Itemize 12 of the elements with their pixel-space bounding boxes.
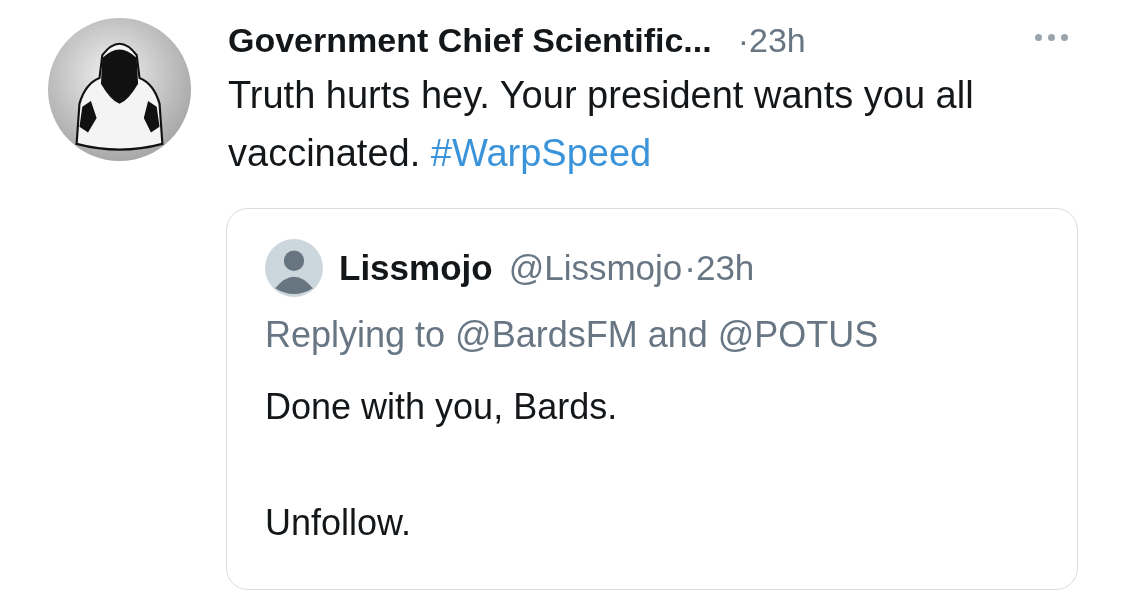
author-name[interactable]: Lissmojo	[339, 248, 493, 288]
tweet-time[interactable]: ·23h	[737, 20, 806, 60]
quoted-tweet-text: Done with you, Bards.	[265, 385, 619, 429]
author-name[interactable]: Government Chief Scientific...	[228, 20, 712, 60]
author-handle[interactable]: @Lissmojo	[508, 248, 683, 288]
tweet-text: Truth hurts hey. Your president wants you all vaccinated. #WarpSpeed	[228, 73, 975, 176]
replying-to-text: Replying to @BardsFM and @POTUS	[265, 313, 880, 357]
quoted-tweet-text: Unfollow.	[265, 501, 413, 545]
avatar-placeholder-icon	[265, 239, 323, 297]
quoted-tweet-card[interactable]: Lissmojo @Lissmojo·23h Replying to @BardsFM and @POTUS Done with you, Bards. Unfollow.	[226, 208, 1078, 590]
avatar[interactable]	[48, 18, 191, 161]
tweet-time: ·23h	[684, 248, 755, 288]
